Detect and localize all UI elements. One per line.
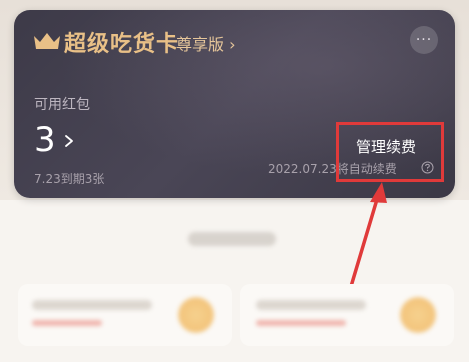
- card-edition-link[interactable]: 尊享版 ›: [176, 31, 236, 55]
- coin-icon: [400, 297, 436, 333]
- section-heading-blurred: [188, 232, 276, 246]
- expiry-note: 7.23到期3张: [34, 172, 105, 186]
- crown-icon: [34, 33, 60, 49]
- annotation-highlight-box: [336, 122, 444, 182]
- available-coupons-label: 可用红包: [34, 97, 90, 113]
- more-icon: ···: [415, 32, 433, 48]
- promo-text-blurred: [32, 300, 152, 310]
- chevron-right-icon[interactable]: [64, 134, 74, 148]
- more-options-button[interactable]: ···: [410, 26, 438, 54]
- coin-icon: [178, 297, 214, 333]
- promo-accent-blurred: [32, 320, 102, 326]
- promo-card-right[interactable]: [240, 284, 454, 346]
- promo-accent-blurred: [256, 320, 346, 326]
- promo-card-left[interactable]: [18, 284, 232, 346]
- available-coupons-count[interactable]: 3: [34, 120, 56, 160]
- promo-text-blurred: [256, 300, 366, 310]
- card-brand-title: 超级吃货卡: [64, 32, 180, 57]
